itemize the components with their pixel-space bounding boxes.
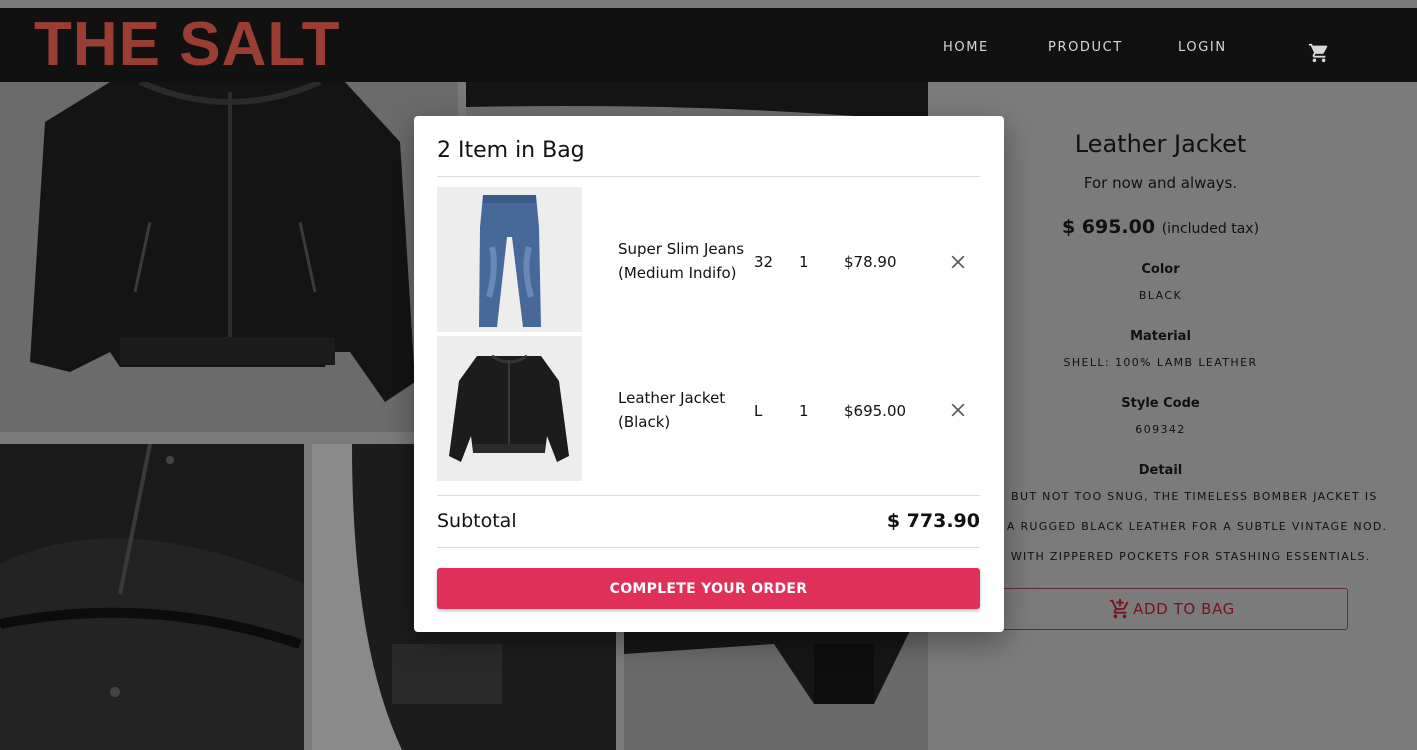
jacket-thumbnail — [437, 336, 582, 481]
item-2-name-line2: (Black) — [618, 413, 671, 431]
item-1-name-line2: (Medium Indifo) — [618, 264, 737, 282]
brand-logo[interactable]: THE SALT — [34, 14, 341, 76]
remove-item-1-close-icon[interactable] — [948, 252, 968, 272]
item-2-size: L — [754, 402, 763, 420]
jacket-front-photo — [0, 82, 458, 432]
remove-item-2-close-icon[interactable] — [948, 400, 968, 420]
item-2-name: Leather Jacket (Black) — [618, 386, 758, 434]
bag-title: 2 Item in Bag — [437, 138, 585, 163]
bag-modal: 2 Item in Bag Super Slim Jeans (Medium I… — [414, 116, 1004, 632]
add-to-bag-button[interactable]: ADD TO BAG — [996, 588, 1348, 630]
item-1-name-line1: Super Slim Jeans — [618, 240, 745, 258]
jeans-image — [437, 187, 582, 332]
detail-line-3: ED WITH ZIPPERED POCKETS FOR STASHING ES… — [988, 550, 1371, 563]
nav-product[interactable]: PRODUCT — [1048, 40, 1123, 55]
subtotal-value: $ 773.90 — [886, 510, 980, 532]
item-1-name: Super Slim Jeans (Medium Indifo) — [618, 237, 758, 285]
complete-order-button[interactable]: COMPLETE YOUR ORDER — [437, 568, 980, 609]
item-2-name-line1: Leather Jacket — [618, 389, 726, 407]
nav-login[interactable]: LOGIN — [1178, 40, 1227, 55]
divider-middle — [437, 495, 980, 496]
item-1-price: $78.90 — [844, 253, 897, 271]
subtotal-label: Subtotal — [437, 510, 517, 532]
navbar: THE SALT HOME PRODUCT LOGIN — [0, 8, 1417, 82]
item-1-qty: 1 — [799, 253, 809, 271]
gallery-image-sleeve — [0, 444, 304, 750]
jeans-thumbnail — [437, 187, 582, 332]
add-to-bag-label: ADD TO BAG — [1133, 600, 1235, 618]
gallery-image-front — [0, 82, 458, 432]
leather-jacket-image — [437, 336, 582, 481]
item-2-price: $695.00 — [844, 402, 907, 420]
detail-line-2: IN A RUGGED BLACK LEATHER FOR A SUBTLE V… — [988, 520, 1388, 533]
product-price-value: $ 695.00 — [1061, 216, 1156, 238]
divider-top — [437, 176, 980, 177]
cart-icon[interactable] — [1308, 42, 1330, 64]
detail-line-1: AN BUT NOT TOO SNUG, THE TIMELESS BOMBER… — [988, 490, 1378, 503]
add-cart-icon — [1110, 598, 1129, 619]
product-price-note: (included tax) — [1161, 221, 1260, 237]
item-1-size: 32 — [754, 253, 774, 271]
jacket-sleeve-photo — [0, 444, 304, 750]
nav-home[interactable]: HOME — [943, 40, 989, 55]
divider-bottom — [437, 547, 980, 548]
item-2-qty: 1 — [799, 402, 809, 420]
